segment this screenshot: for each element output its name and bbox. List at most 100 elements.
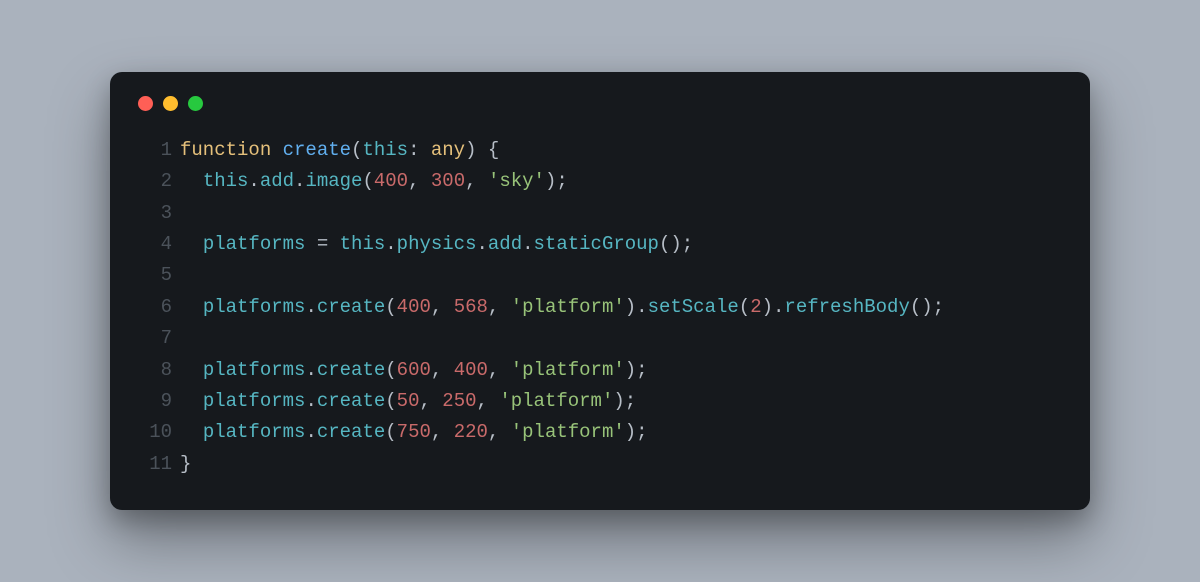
code-token: (); xyxy=(659,233,693,255)
code-token: 568 xyxy=(454,296,488,318)
code-token: 400 xyxy=(374,170,408,192)
code-token: this xyxy=(203,170,249,192)
code-token: ( xyxy=(739,296,750,318)
code-token: 'platform' xyxy=(511,296,625,318)
code-line: 7 xyxy=(138,323,1062,354)
code-token: , xyxy=(431,421,454,443)
code-line: 4 platforms = this.physics.add.staticGro… xyxy=(138,229,1062,260)
code-token: . xyxy=(385,233,396,255)
code-token: 2 xyxy=(750,296,761,318)
code-token: create xyxy=(283,139,351,161)
code-token: ). xyxy=(762,296,785,318)
code-token: = xyxy=(317,233,340,255)
code-token: . xyxy=(305,296,316,318)
code-line: 9 platforms.create(50, 250, 'platform'); xyxy=(138,386,1062,417)
code-token: platforms xyxy=(203,233,317,255)
code-token: . xyxy=(305,359,316,381)
code-line: 2 this.add.image(400, 300, 'sky'); xyxy=(138,166,1062,197)
code-token: . xyxy=(522,233,533,255)
code-token: 50 xyxy=(397,390,420,412)
code-line: 11} xyxy=(138,449,1062,480)
line-number: 11 xyxy=(138,449,180,480)
code-token: ). xyxy=(625,296,648,318)
zoom-icon[interactable] xyxy=(188,96,203,111)
code-token: function xyxy=(180,139,283,161)
code-token: this xyxy=(362,139,408,161)
code-token: ); xyxy=(625,421,648,443)
code-token: platforms xyxy=(203,421,306,443)
code-token: , xyxy=(488,421,511,443)
code-token: , xyxy=(488,359,511,381)
minimize-icon[interactable] xyxy=(163,96,178,111)
code-token: 220 xyxy=(454,421,488,443)
code-token: ); xyxy=(625,359,648,381)
code-token: , xyxy=(408,170,431,192)
code-token: ( xyxy=(385,390,396,412)
code-token: 'platform' xyxy=(511,421,625,443)
code-token: , xyxy=(465,170,488,192)
code-line: 6 platforms.create(400, 568, 'platform')… xyxy=(138,292,1062,323)
window-traffic-lights xyxy=(138,96,1062,111)
line-number: 10 xyxy=(138,417,180,448)
code-token: staticGroup xyxy=(534,233,659,255)
line-content: this.add.image(400, 300, 'sky'); xyxy=(180,166,1062,197)
line-number: 9 xyxy=(138,386,180,417)
code-token: create xyxy=(317,359,385,381)
line-content: platforms.create(750, 220, 'platform'); xyxy=(180,417,1062,448)
code-token: add xyxy=(488,233,522,255)
code-token: . xyxy=(305,421,316,443)
code-token: image xyxy=(305,170,362,192)
line-content xyxy=(180,323,1062,354)
code-token: create xyxy=(317,421,385,443)
code-token: platforms xyxy=(203,359,306,381)
code-token: 250 xyxy=(442,390,476,412)
code-token: ( xyxy=(385,359,396,381)
line-number: 6 xyxy=(138,292,180,323)
code-token: add xyxy=(260,170,294,192)
line-number: 2 xyxy=(138,166,180,197)
close-icon[interactable] xyxy=(138,96,153,111)
code-line: 8 platforms.create(600, 400, 'platform')… xyxy=(138,355,1062,386)
code-token: ); xyxy=(613,390,636,412)
code-token: 400 xyxy=(397,296,431,318)
code-token: this xyxy=(340,233,386,255)
code-token: . xyxy=(477,233,488,255)
code-token: , xyxy=(477,390,500,412)
line-content xyxy=(180,260,1062,291)
line-number: 1 xyxy=(138,135,180,166)
line-number: 8 xyxy=(138,355,180,386)
code-token: ) { xyxy=(465,139,499,161)
code-token xyxy=(180,296,203,318)
line-content: function create(this: any) { xyxy=(180,135,1062,166)
code-token: ); xyxy=(545,170,568,192)
line-number: 5 xyxy=(138,260,180,291)
code-token: 750 xyxy=(397,421,431,443)
code-token: 'platform' xyxy=(499,390,613,412)
code-token: , xyxy=(431,359,454,381)
code-token: create xyxy=(317,390,385,412)
code-line: 1function create(this: any) { xyxy=(138,135,1062,166)
code-token xyxy=(180,170,203,192)
code-token: ( xyxy=(385,296,396,318)
code-token: , xyxy=(419,390,442,412)
code-token: 'platform' xyxy=(511,359,625,381)
line-content: } xyxy=(180,449,1062,480)
code-token: platforms xyxy=(203,390,306,412)
line-number: 4 xyxy=(138,229,180,260)
line-number: 7 xyxy=(138,323,180,354)
line-content xyxy=(180,198,1062,229)
code-token: , xyxy=(431,296,454,318)
code-token: ( xyxy=(362,170,373,192)
code-token: } xyxy=(180,453,191,475)
code-line: 10 platforms.create(750, 220, 'platform'… xyxy=(138,417,1062,448)
code-token: platforms xyxy=(203,296,306,318)
line-number: 3 xyxy=(138,198,180,229)
code-token: any xyxy=(431,139,465,161)
code-token: ( xyxy=(351,139,362,161)
code-token: setScale xyxy=(648,296,739,318)
code-token: (); xyxy=(910,296,944,318)
code-token: . xyxy=(294,170,305,192)
code-line: 3 xyxy=(138,198,1062,229)
stage: 1function create(this: any) {2 this.add.… xyxy=(0,0,1200,582)
line-content: platforms.create(400, 568, 'platform').s… xyxy=(180,292,1062,323)
